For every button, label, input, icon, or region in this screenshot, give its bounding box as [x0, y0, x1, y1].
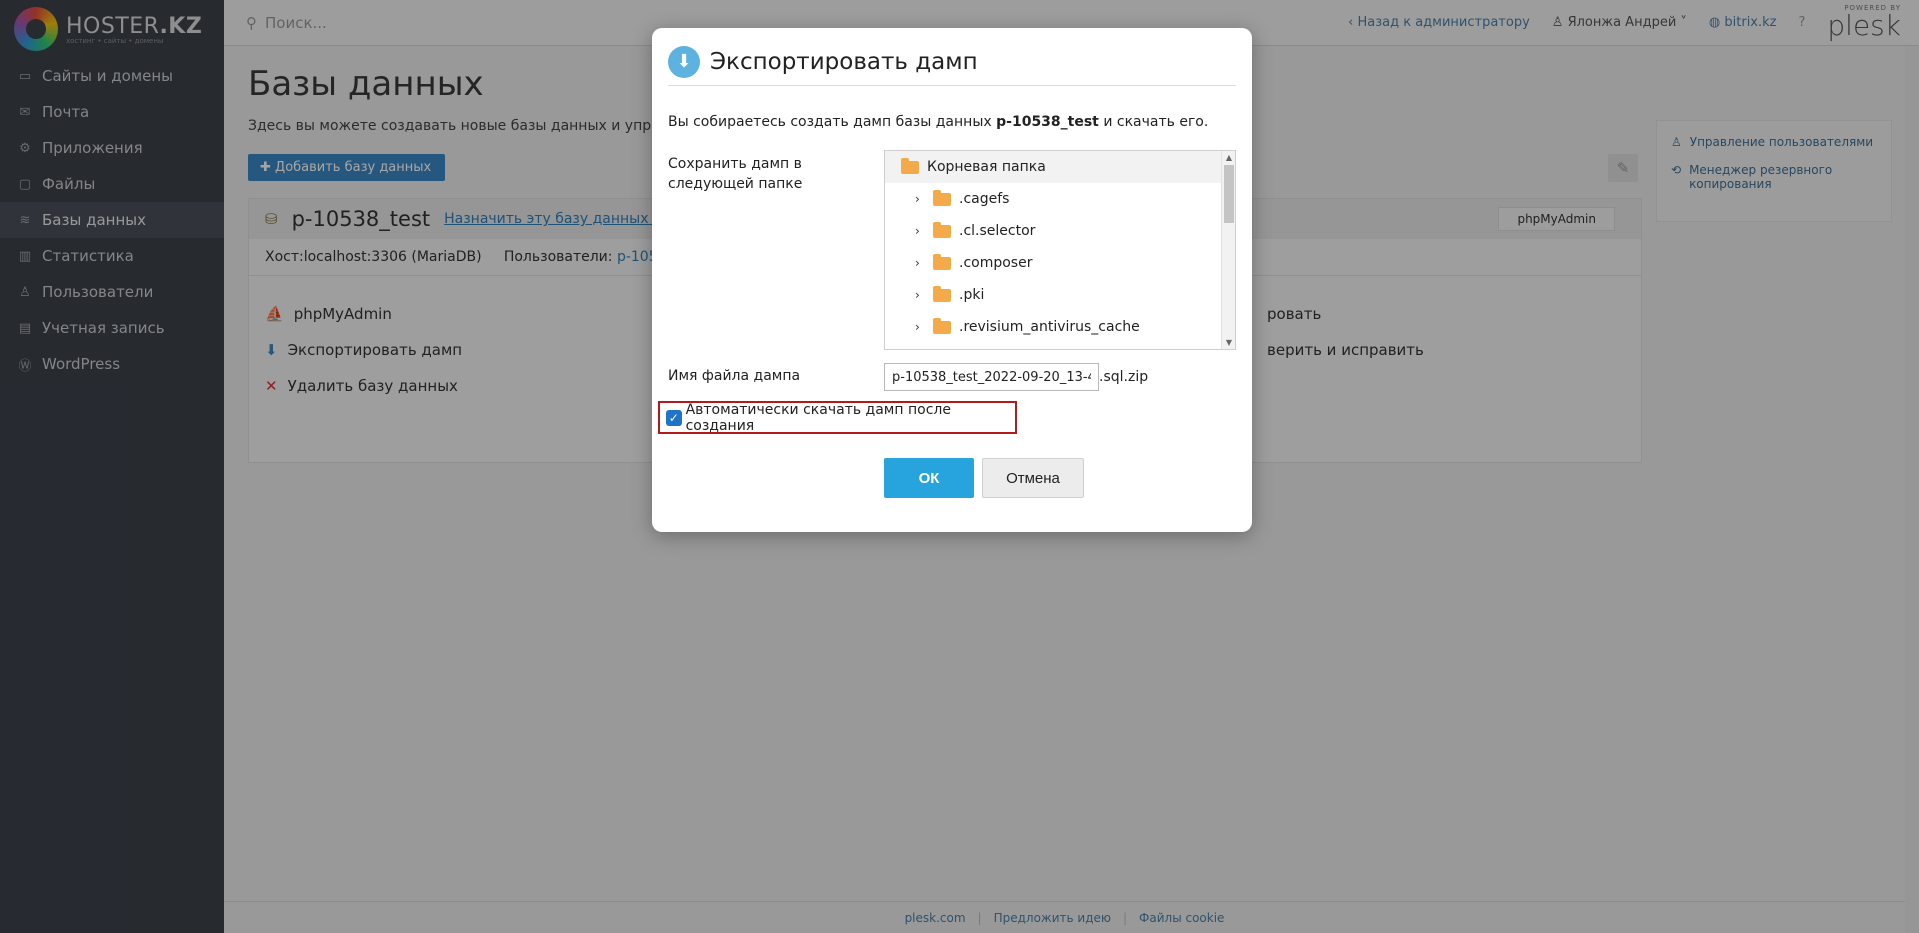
dialog-header: ⬇ Экспортировать дамп [668, 45, 1236, 86]
chevron-right-icon[interactable]: › [915, 224, 925, 238]
tree-folder-item[interactable]: › .pki [885, 279, 1235, 311]
folder-icon [933, 285, 951, 302]
dialog-title: Экспортировать дамп [710, 48, 978, 75]
tree-folder-item[interactable]: › .cagefs [885, 183, 1235, 215]
folder-open-icon [901, 157, 919, 174]
cancel-button[interactable]: Отмена [982, 458, 1084, 498]
tree-folder-label: .cl.selector [959, 223, 1036, 239]
chevron-right-icon[interactable]: › [915, 192, 925, 206]
tree-folder-item[interactable]: › .composer [885, 247, 1235, 279]
scroll-thumb[interactable] [1224, 165, 1234, 223]
tree-folder-label: .revisium_antivirus_cache [959, 319, 1140, 335]
auto-download-checkbox[interactable]: ✓ [666, 409, 682, 426]
scroll-down-icon[interactable]: ▼ [1222, 338, 1235, 347]
chevron-right-icon[interactable]: › [915, 256, 925, 270]
chevron-right-icon[interactable]: › [915, 288, 925, 302]
ok-button[interactable]: ОК [884, 458, 974, 498]
auto-download-option[interactable]: ✓ Автоматически скачать дамп после созда… [658, 401, 1017, 434]
folder-label: Сохранить дамп в следующей папке [668, 156, 803, 192]
export-dump-dialog: ⬇ Экспортировать дамп Вы собираетесь соз… [652, 28, 1252, 532]
auto-download-label: Автоматически скачать дамп после создани… [685, 401, 951, 434]
tree-scrollbar[interactable]: ▲ ▼ [1221, 151, 1235, 349]
tree-folder-label: .cagefs [959, 191, 1010, 207]
folder-icon [933, 221, 951, 238]
filename-suffix: .sql.zip [1099, 369, 1149, 385]
tree-folder-item[interactable]: › .revisium_antivirus_cache [885, 311, 1235, 343]
download-icon: ⬇ [668, 45, 700, 78]
tree-folder-label: .pki [959, 287, 985, 303]
scroll-up-icon[interactable]: ▲ [1222, 153, 1235, 162]
filename-label: Имя файла дампа [668, 368, 801, 384]
folder-icon [933, 317, 951, 334]
tree-folder-label: .composer [959, 255, 1033, 271]
dialog-intro: Вы собираетесь создать дамп базы данных … [668, 114, 1209, 130]
folder-icon [933, 189, 951, 206]
dialog-db-name: p-10538_test [996, 114, 1099, 130]
folder-tree[interactable]: Корневая папка › .cagefs › .cl.selector › .co… [884, 150, 1236, 350]
filename-input[interactable] [884, 363, 1099, 391]
tree-folder-item[interactable]: › .cl.selector [885, 215, 1235, 247]
tree-root-folder[interactable]: Корневая папка [885, 151, 1235, 183]
folder-icon [933, 253, 951, 270]
chevron-right-icon[interactable]: › [915, 320, 925, 334]
